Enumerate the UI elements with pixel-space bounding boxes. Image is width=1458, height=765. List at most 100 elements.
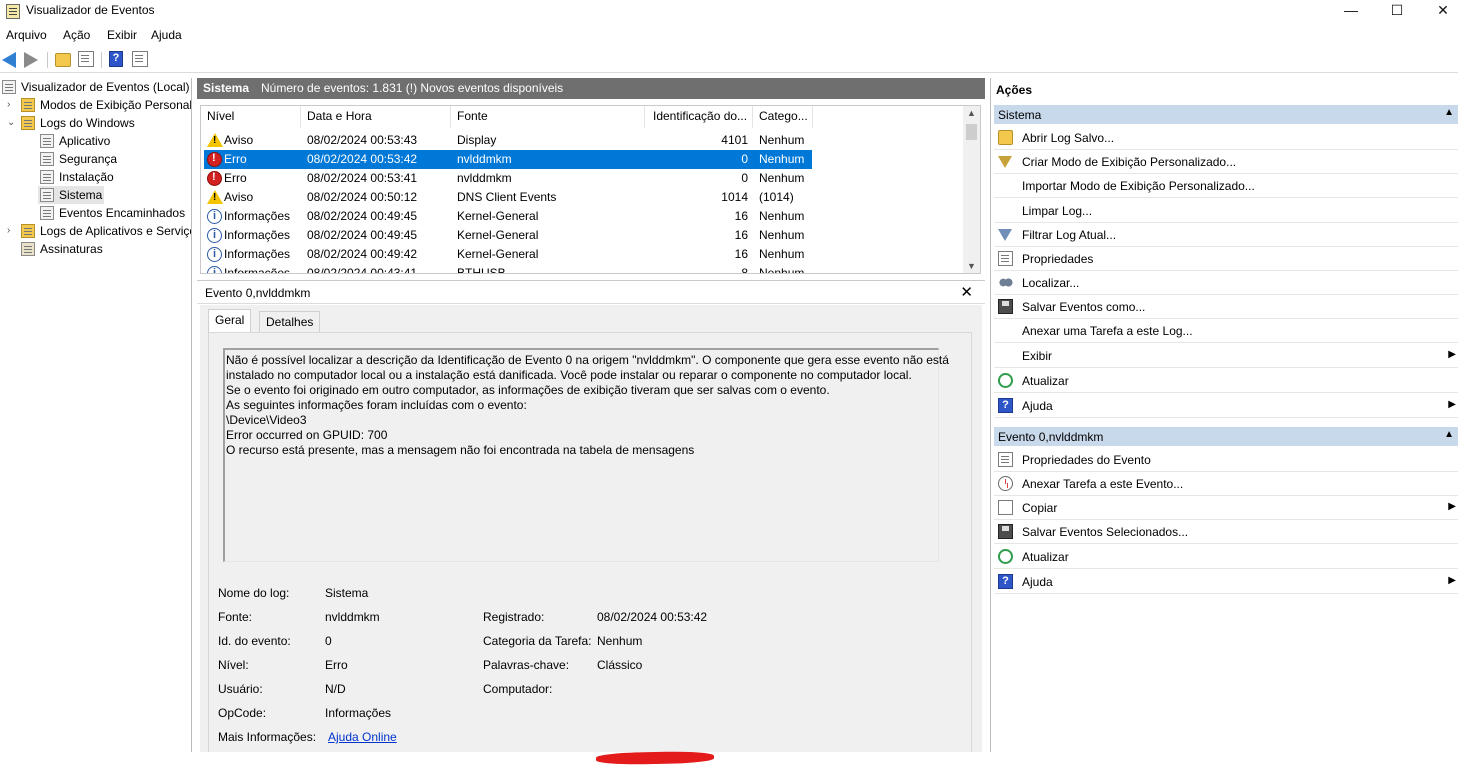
action-properties[interactable]: Propriedades [994, 247, 1458, 271]
action-clear-log[interactable]: Limpar Log... [994, 199, 1458, 223]
action-view[interactable]: Exibir ▶ [994, 344, 1458, 368]
action-label: Ajuda [1022, 575, 1053, 589]
expand-icon[interactable]: › [7, 222, 10, 240]
action-save-events-as[interactable]: Salvar Eventos como... [994, 295, 1458, 319]
table-row[interactable]: Aviso 08/02/2024 00:53:43 Display 4101 N… [204, 131, 812, 150]
action-copy[interactable]: Copiar ▶ [994, 496, 1458, 520]
filter-icon [998, 156, 1012, 168]
show-hide-actions-icon[interactable] [132, 51, 148, 67]
action-help-event[interactable]: ? Ajuda ▶ [994, 570, 1458, 594]
row-category: Nenhum [759, 171, 805, 185]
row-id: 8 [741, 266, 748, 274]
column-header-datetime[interactable]: Data e Hora [307, 109, 372, 123]
expand-icon[interactable]: › [7, 96, 10, 114]
window-title: Visualizador de Eventos [26, 3, 155, 17]
table-row[interactable]: Informações 08/02/2024 00:49:42 Kernel-G… [204, 245, 812, 264]
actions-section-sistema[interactable]: Sistema ▲ [994, 104, 1458, 124]
table-row-selected[interactable]: Erro 08/02/2024 00:53:42 nvlddmkm 0 Nenh… [204, 150, 812, 169]
action-refresh[interactable]: Atualizar [994, 369, 1458, 393]
tree-item-local[interactable]: Visualizador de Eventos (Local) [2, 78, 190, 96]
column-header-source[interactable]: Fonte [457, 109, 488, 123]
column-separator[interactable] [644, 106, 645, 128]
column-header-level[interactable]: Nível [207, 109, 234, 123]
tree-item-assinaturas[interactable]: Assinaturas [21, 240, 191, 258]
action-import-custom-view[interactable]: Importar Modo de Exibição Personalizado.… [994, 174, 1458, 198]
column-separator[interactable] [300, 106, 301, 128]
action-label: Salvar Eventos Selecionados... [1022, 525, 1189, 539]
tree-item-encaminhados[interactable]: Eventos Encaminhados [40, 204, 191, 222]
table-row[interactable]: Informações 08/02/2024 00:49:45 Kernel-G… [204, 226, 812, 245]
action-label: Anexar Tarefa a este Evento... [1022, 477, 1184, 491]
value-event-id: 0 [325, 634, 332, 648]
tree-item-instalacao[interactable]: Instalação [40, 168, 191, 186]
action-help[interactable]: ? Ajuda ▶ [994, 394, 1458, 418]
tab-geral[interactable]: Geral [208, 309, 252, 333]
scroll-down-icon[interactable]: ▼ [967, 261, 976, 271]
filter-icon [998, 229, 1012, 241]
row-level: Informações [224, 247, 291, 261]
maximize-button[interactable]: ☐ [1374, 0, 1420, 22]
tree-item-seguranca[interactable]: Segurança [40, 150, 191, 168]
action-label: Ajuda [1022, 399, 1053, 413]
actions-title: Ações [996, 83, 1033, 97]
menu-arquivo[interactable]: Arquivo [6, 28, 47, 42]
close-detail-icon[interactable]: ✕ [960, 283, 973, 301]
back-arrow-icon[interactable] [2, 52, 16, 68]
action-save-selected-events[interactable]: Salvar Eventos Selecionados... [994, 520, 1458, 544]
table-row[interactable]: Informações 08/02/2024 00:43:41 BTHUSB 8… [204, 264, 812, 274]
column-separator[interactable] [450, 106, 451, 128]
show-hide-tree-icon[interactable] [78, 51, 94, 67]
submenu-arrow-icon: ▶ [1448, 349, 1456, 360]
scroll-up-icon[interactable]: ▲ [967, 108, 976, 118]
column-header-id[interactable]: Identificação do... [653, 109, 747, 123]
column-separator[interactable] [812, 106, 813, 128]
online-help-link[interactable]: Ajuda Online [328, 730, 397, 744]
action-refresh-event[interactable]: Atualizar [994, 545, 1458, 569]
actions-section-event[interactable]: Evento 0,nvlddmkm ▲ [994, 426, 1458, 446]
action-event-properties[interactable]: Propriedades do Evento [994, 448, 1458, 472]
log-icon [40, 206, 54, 220]
collapse-icon[interactable]: ⌄ [7, 114, 15, 132]
column-header-category[interactable]: Catego... [759, 109, 808, 123]
tree-item-custom-views[interactable]: › Modos de Exibição Personali [7, 96, 191, 114]
minimize-button[interactable]: — [1328, 0, 1374, 22]
tree-item-aplicativo[interactable]: Aplicativo [40, 132, 191, 150]
help-icon[interactable]: ? [109, 51, 123, 67]
action-filter-log[interactable]: Filtrar Log Atual... [994, 223, 1458, 247]
close-button[interactable]: ✕ [1420, 0, 1458, 22]
table-row[interactable]: Informações 08/02/2024 00:49:45 Kernel-G… [204, 207, 812, 226]
table-row[interactable]: Erro 08/02/2024 00:53:41 nvlddmkm 0 Nenh… [204, 169, 812, 188]
tree-item-windows-logs[interactable]: ⌄ Logs do Windows [7, 114, 191, 132]
event-list[interactable]: Nível Data e Hora Fonte Identificação do… [200, 105, 981, 274]
tab-detalhes[interactable]: Detalhes [259, 311, 321, 333]
action-open-saved-log[interactable]: Abrir Log Salvo... [994, 126, 1458, 150]
row-source: Kernel-General [457, 247, 539, 261]
row-id: 0 [741, 171, 748, 185]
log-icon [40, 188, 54, 202]
list-scrollbar[interactable]: ▲ ▼ [963, 106, 980, 273]
event-detail-body: Geral Detalhes Não é possível localizar … [200, 305, 982, 765]
row-source: Display [457, 133, 497, 147]
menu-ajuda[interactable]: Ajuda [151, 28, 182, 42]
menu-exibir[interactable]: Exibir [107, 28, 137, 42]
folder-icon [21, 98, 35, 112]
forward-arrow-icon[interactable] [24, 52, 38, 68]
row-category: Nenhum [759, 266, 805, 274]
action-attach-task-to-event[interactable]: Anexar Tarefa a este Evento... [994, 472, 1458, 496]
collapse-icon[interactable]: ▲ [1444, 107, 1454, 118]
column-separator[interactable] [752, 106, 753, 128]
collapse-icon[interactable]: ▲ [1444, 429, 1454, 440]
action-create-custom-view[interactable]: Criar Modo de Exibição Personalizado... [994, 150, 1458, 174]
up-folder-icon[interactable] [55, 53, 71, 67]
description-line: \Device\Video3 [226, 413, 307, 427]
tree-item-app-services-logs[interactable]: › Logs de Aplicativos e Serviço [7, 222, 191, 240]
table-row[interactable]: Aviso 08/02/2024 00:50:12 DNS Client Eve… [204, 188, 812, 207]
action-attach-task-to-log[interactable]: Anexar uma Tarefa a este Log... [994, 319, 1458, 343]
tree-item-sistema[interactable]: Sistema [38, 186, 104, 204]
label-task-category: Categoria da Tarefa: [483, 634, 592, 648]
event-description[interactable]: Não é possível localizar a descrição da … [223, 348, 949, 562]
menu-acao[interactable]: Ação [63, 28, 90, 42]
scroll-thumb[interactable] [966, 124, 977, 140]
value-opcode: Informações [325, 706, 392, 720]
action-find[interactable]: Localizar... [994, 271, 1458, 295]
